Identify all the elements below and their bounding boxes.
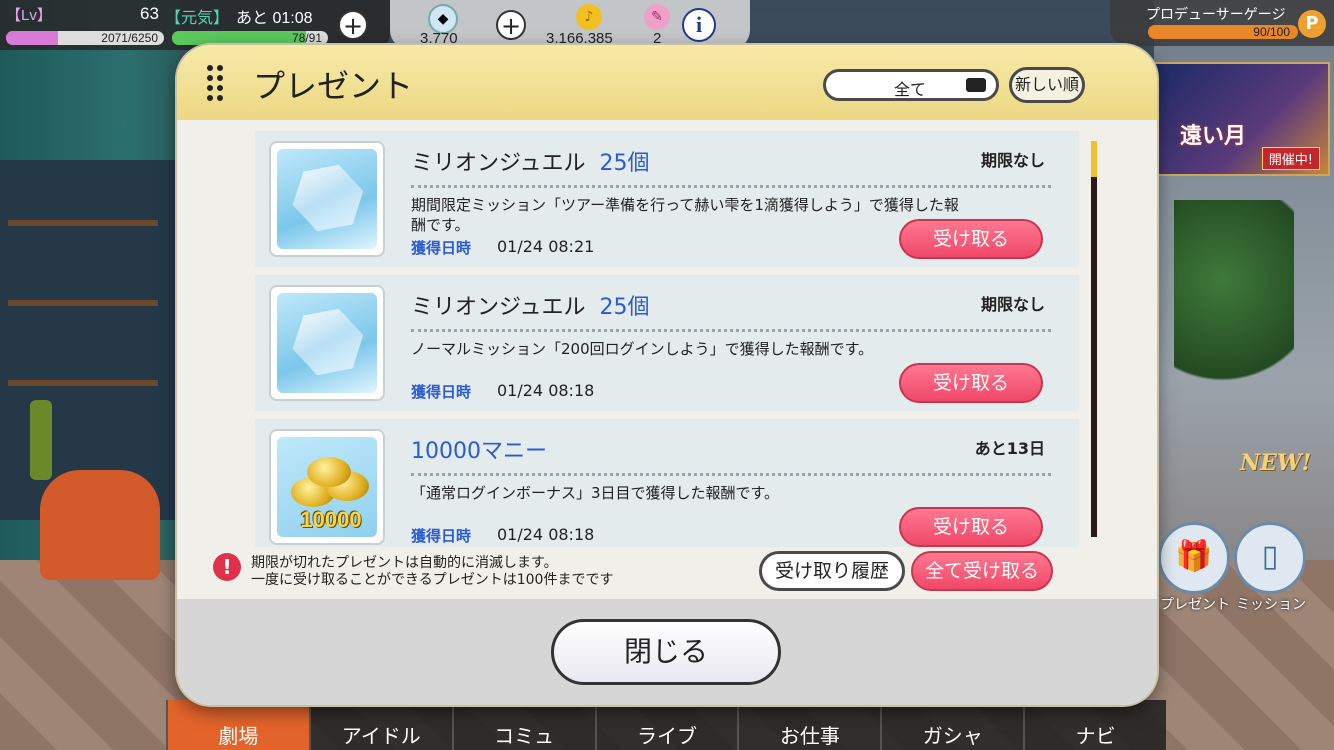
background-chair bbox=[40, 470, 160, 580]
jewel-item-icon bbox=[269, 141, 385, 257]
new-badge: NEW! bbox=[1240, 450, 1312, 476]
producer-gauge-panel: プロデューサーゲージ 90/100 P bbox=[1110, 0, 1334, 46]
item-description: 期間限定ミッション「ツアー準備を行って赫い雫を1滴獲得しよう」で獲得した報酬です… bbox=[411, 196, 959, 234]
nav-commu[interactable]: コミュ bbox=[451, 700, 595, 750]
present-dialog: プレゼント 全て 新しい順 ミリオンジュエル 25個 期限なし 期間限定ミッショ… bbox=[177, 45, 1157, 705]
item-limit: 期限なし bbox=[980, 151, 1045, 170]
stamina-plus-button[interactable]: + bbox=[338, 10, 368, 40]
stamina-text: 78/91 bbox=[291, 31, 322, 45]
bottom-nav: 劇場 アイドル コミュ ライブ お仕事 ガシャ ナビ bbox=[166, 700, 1167, 750]
divider bbox=[411, 473, 1051, 476]
menu-grip-icon bbox=[207, 65, 225, 103]
producer-gauge-label: プロデューサーゲージ bbox=[1146, 7, 1286, 23]
item-name: 10000マニー bbox=[411, 439, 547, 464]
dialog-header: プレゼント 全て 新しい順 bbox=[177, 45, 1157, 120]
gift-icon: 🎁 bbox=[1175, 539, 1213, 574]
producer-gauge-value: 90/100 bbox=[1253, 25, 1290, 39]
item-name: ミリオンジュエル 25個 bbox=[411, 151, 650, 176]
nav-navi[interactable]: ナビ bbox=[1023, 700, 1167, 750]
date-value: 01/24 08:18 bbox=[497, 525, 595, 544]
info-button[interactable]: i bbox=[682, 8, 716, 42]
notice-text: 期限が切れたプレゼントは自動的に消滅します。 一度に受け取ることができるプレゼン… bbox=[251, 555, 614, 588]
stamina-bar: 78/91 bbox=[172, 31, 328, 45]
nav-idol[interactable]: アイドル bbox=[308, 700, 452, 750]
date-label: 獲得日時 bbox=[411, 239, 472, 257]
warning-icon: ! bbox=[213, 553, 241, 581]
present-label: プレゼント bbox=[1160, 597, 1230, 613]
dialog-title: プレゼント bbox=[253, 67, 414, 105]
hud-status-panel: 【Lv】 63 【元気】 あと 01:08 2071/6250 78/91 + bbox=[0, 0, 390, 50]
ticket-icon: ✎ bbox=[644, 4, 670, 30]
present-list[interactable]: ミリオンジュエル 25個 期限なし 期間限定ミッション「ツアー準備を行って赫い雫… bbox=[255, 127, 1079, 547]
exp-text: 2071/6250 bbox=[101, 31, 158, 45]
mission-button[interactable]: ▯ bbox=[1234, 522, 1306, 594]
filter-dropdown[interactable]: 全て bbox=[823, 69, 999, 101]
item-qty: 25個 bbox=[599, 151, 650, 176]
nav-live[interactable]: ライブ bbox=[594, 700, 738, 750]
producer-p-icon[interactable]: P bbox=[1298, 10, 1326, 38]
jewel-plus-button[interactable]: + bbox=[496, 10, 526, 40]
money-icon: ♪ bbox=[576, 4, 602, 30]
item-limit: あと13日 bbox=[974, 439, 1045, 458]
genki-label: 【元気】 bbox=[165, 10, 230, 27]
list-scrollbar[interactable] bbox=[1091, 141, 1097, 537]
date-value: 01/24 08:21 bbox=[497, 237, 595, 256]
history-button[interactable]: 受け取り履歴 bbox=[759, 551, 905, 591]
event-banner[interactable]: 遠い月 開催中! bbox=[1150, 62, 1330, 176]
divider bbox=[411, 185, 1051, 188]
nav-work[interactable]: お仕事 bbox=[737, 700, 881, 750]
notebook-icon: ▯ bbox=[1261, 539, 1279, 574]
background-plant bbox=[1174, 200, 1294, 400]
level-value: 63 bbox=[140, 4, 159, 23]
producer-gauge-bar: 90/100 bbox=[1148, 25, 1298, 39]
background-shelf bbox=[0, 160, 181, 520]
item-limit: 期限なし bbox=[980, 295, 1045, 314]
present-item: ミリオンジュエル 25個 期限なし ノーマルミッション「200回ログインしよう」… bbox=[255, 275, 1079, 411]
event-title: 遠い月 bbox=[1180, 124, 1247, 149]
exp-bar: 2071/6250 bbox=[6, 31, 164, 45]
divider bbox=[411, 329, 1051, 332]
sort-button[interactable]: 新しい順 bbox=[1009, 67, 1085, 103]
nav-theater[interactable]: 劇場 bbox=[166, 700, 309, 750]
item-description: ノーマルミッション「200回ログインしよう」で獲得した報酬です。 bbox=[411, 340, 874, 358]
receive-button[interactable]: 受け取る bbox=[899, 363, 1043, 403]
filter-value: 全て bbox=[894, 80, 927, 99]
present-item: ミリオンジュエル 25個 期限なし 期間限定ミッション「ツアー準備を行って赫い雫… bbox=[255, 131, 1079, 267]
present-button[interactable]: 🎁 bbox=[1158, 522, 1230, 594]
background-bottle bbox=[30, 400, 52, 480]
jewel-item-icon bbox=[269, 285, 385, 401]
present-item: 10000 10000マニー あと13日 「通常ログインボーナス」3日目で獲得し… bbox=[255, 419, 1079, 547]
item-description: 「通常ログインボーナス」3日目で獲得した報酬です。 bbox=[411, 484, 780, 502]
event-status-badge: 開催中! bbox=[1261, 147, 1320, 170]
item-qty: 25個 bbox=[599, 295, 650, 320]
list-scrollbar-thumb[interactable] bbox=[1091, 141, 1097, 177]
mission-label: ミッション bbox=[1236, 597, 1306, 613]
level-tag: 【Lv】 bbox=[6, 7, 52, 24]
dropdown-icon bbox=[966, 78, 986, 92]
receive-button[interactable]: 受け取る bbox=[899, 219, 1043, 259]
nav-gacha[interactable]: ガシャ bbox=[880, 700, 1024, 750]
date-value: 01/24 08:18 bbox=[497, 381, 595, 400]
close-button[interactable]: 閉じる bbox=[551, 619, 781, 685]
date-label: 獲得日時 bbox=[411, 527, 472, 545]
receive-all-button[interactable]: 全て受け取る bbox=[911, 551, 1053, 591]
money-item-icon: 10000 bbox=[269, 429, 385, 545]
hud-currency-panel: ◆ 3,770 + ♪ 3,166,385 ✎ 2 i bbox=[390, 0, 750, 50]
date-label: 獲得日時 bbox=[411, 383, 472, 401]
stamina-timer: あと 01:08 bbox=[236, 10, 313, 27]
item-name: ミリオンジュエル 25個 bbox=[411, 295, 650, 320]
receive-button[interactable]: 受け取る bbox=[899, 507, 1043, 547]
